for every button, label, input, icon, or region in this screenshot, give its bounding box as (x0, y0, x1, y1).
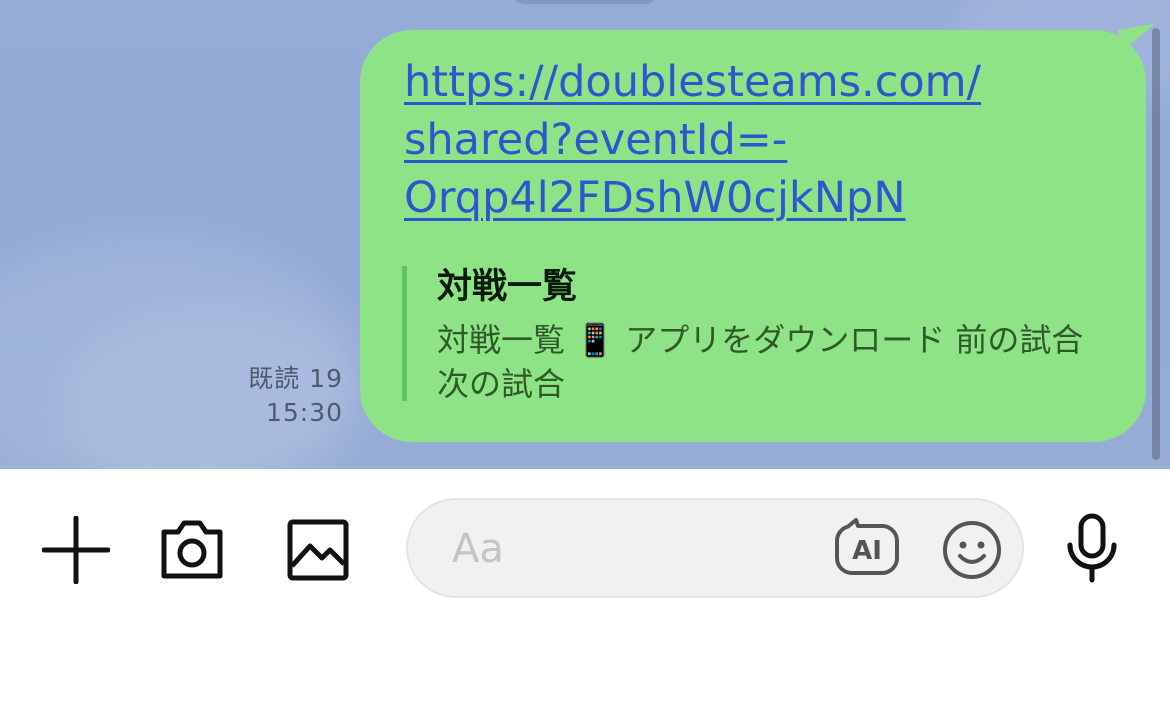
camera-button[interactable] (156, 514, 228, 586)
camera-icon (161, 520, 223, 579)
emoji-icon (943, 521, 1001, 579)
preview-title: 対戦一覧 (437, 267, 578, 307)
plus-icon (42, 516, 110, 584)
message-link[interactable]: https://doublesteams.com/ shared?eventId… (404, 53, 1044, 227)
link-preview[interactable]: 対戦一覧 対戦一覧 📱 アプリをダウンロード 前の試合 次の試合 (402, 266, 1087, 403)
link-line[interactable]: shared?eventId=- (404, 111, 1044, 169)
message-input-placeholder: Aa (452, 526, 504, 572)
date-pill (512, 0, 658, 4)
voice-button[interactable] (1056, 512, 1128, 584)
microphone-icon (1067, 513, 1117, 583)
add-button[interactable] (40, 514, 112, 586)
link-line[interactable]: https://doublesteams.com/ (404, 53, 1044, 111)
message-meta: 既読 19 15:30 (248, 362, 343, 430)
ai-label: AI (852, 536, 882, 566)
emoji-button[interactable] (940, 518, 1004, 582)
chat-area: 既読 19 15:30 https://doublesteams.com/ sh… (0, 0, 1170, 469)
link-line[interactable]: Orqp4l2FDshW0cjkNpN (404, 169, 1044, 227)
chat-scrollbar[interactable] (1152, 28, 1160, 460)
image-icon (287, 519, 349, 581)
preview-description: 対戦一覧 📱 アプリをダウンロード 前の試合 次の試合 (437, 321, 1084, 403)
read-status: 既読 19 (248, 364, 343, 393)
ai-button[interactable]: AI (834, 518, 900, 580)
message-time: 15:30 (265, 398, 343, 427)
image-button[interactable] (282, 514, 354, 586)
message-input[interactable]: Aa (406, 498, 1024, 598)
